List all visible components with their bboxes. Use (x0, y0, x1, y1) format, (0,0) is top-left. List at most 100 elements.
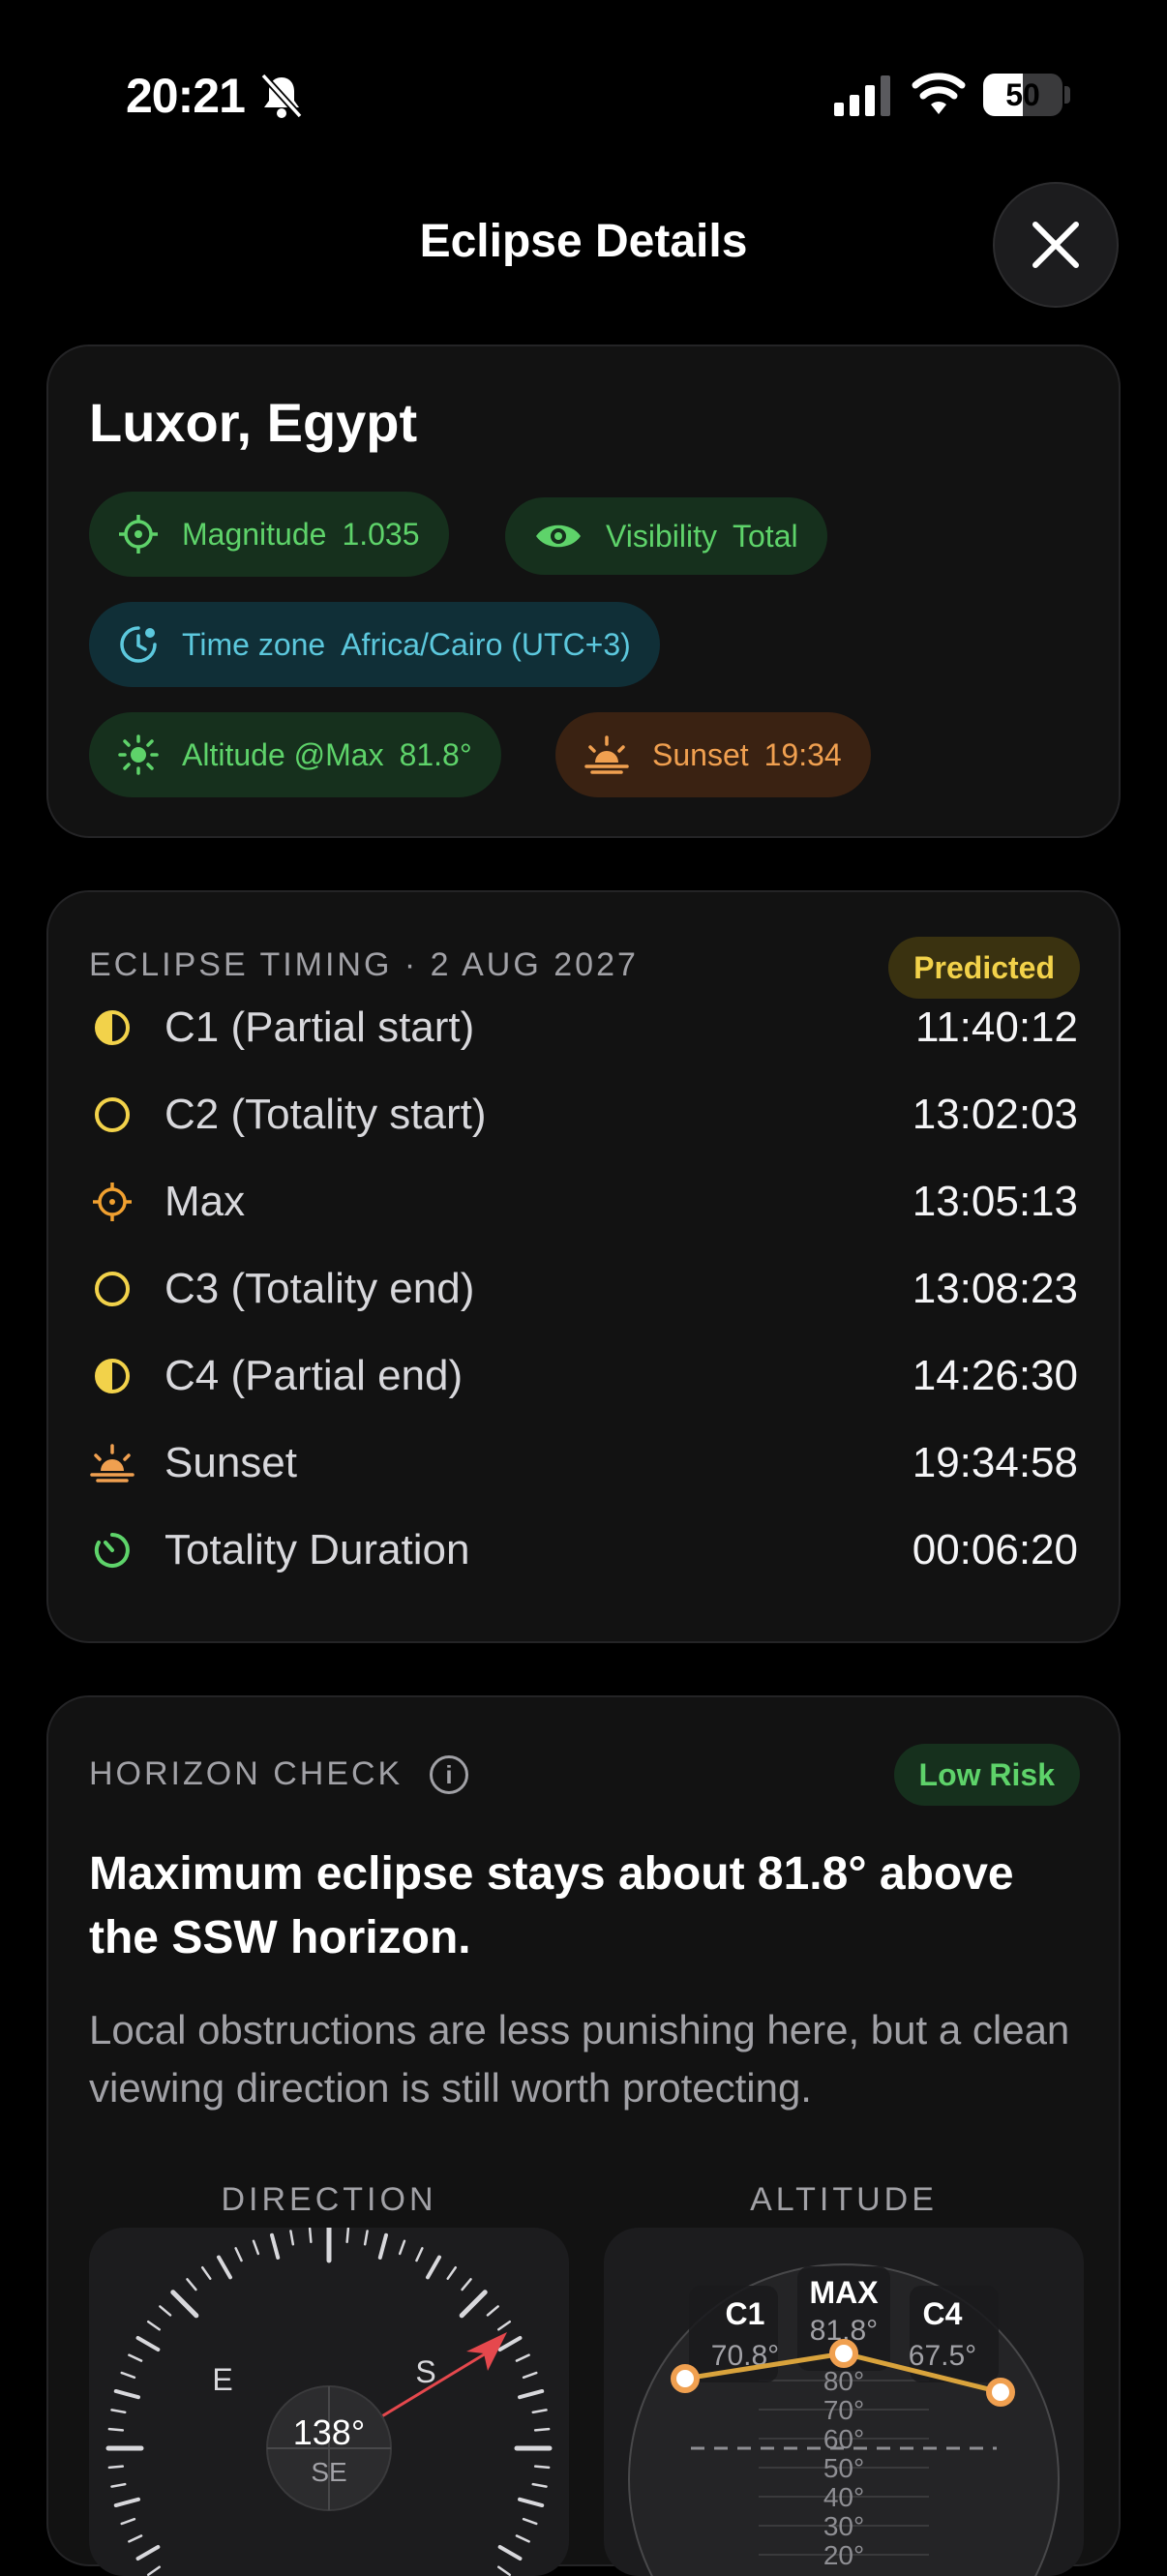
compass-tick (107, 2427, 125, 2432)
compass-tick (377, 2232, 389, 2260)
compass-tick (113, 2388, 140, 2400)
c1-label: C1 (726, 2296, 765, 2331)
crosshair-icon (93, 1183, 132, 1221)
altitude-title: ALTITUDE (750, 2181, 938, 2218)
horizon-headline: Maximum eclipse stays about 81.8° above … (89, 1848, 1014, 1963)
c4-value: 67.5° (909, 2340, 976, 2372)
compass-tick (497, 2320, 512, 2331)
magnitude-chip: Magnitude 1.035 (89, 492, 449, 577)
sunset-icon (90, 1444, 135, 1483)
compass-tick (531, 2482, 548, 2488)
bearing-value: 138° (293, 2412, 365, 2452)
compass-tick (363, 2230, 369, 2246)
altitude-scale-label: 70° (823, 2395, 864, 2425)
eclipse-timing-card: ECLIPSE TIMING · 2 AUG 2027 Predicted C1… (46, 890, 1121, 1643)
timing-row-c4: C4 (Partial end) 14:26:30 (89, 1337, 1078, 1415)
compass-tick (497, 2565, 512, 2576)
compass-tick (110, 2482, 127, 2488)
location-card: Luxor, Egypt Magnitude 1.035 Visibility … (46, 344, 1121, 838)
compass-tick (398, 2239, 406, 2256)
ring-icon (95, 1097, 130, 1132)
compass-tick (533, 2427, 551, 2432)
altitude-scale-label: 40° (823, 2482, 864, 2512)
compass-tick (533, 2465, 551, 2470)
compass-tick (146, 2565, 161, 2576)
wifi-icon (912, 73, 966, 114)
risk-badge: Low Risk (893, 1744, 1080, 1806)
timing-row-duration: Totality Duration 00:06:20 (89, 1512, 1078, 1589)
compass-tick (200, 2265, 212, 2280)
timer-icon (94, 1533, 130, 1568)
compass-tick (531, 2409, 548, 2414)
compass-tick (518, 2497, 545, 2508)
compass-tick (426, 2255, 441, 2280)
altitude-scale-label: 30° (823, 2511, 864, 2541)
c4-point (986, 2378, 1015, 2407)
bearing-direction: SE (311, 2457, 346, 2487)
compass-tick (217, 2255, 232, 2280)
bell-muted-icon (260, 73, 303, 119)
timing-row-c2: C2 (Totality start) 13:02:03 (89, 1076, 1078, 1153)
compass-tick (459, 2290, 488, 2319)
compass-tick (113, 2497, 140, 2508)
compass-tick (308, 2228, 313, 2244)
compass-tick (159, 2305, 172, 2317)
compass-tick (497, 2545, 523, 2561)
compass-tick (522, 2371, 538, 2380)
timing-section-title: ECLIPSE TIMING · 2 AUG 2027 (89, 946, 639, 983)
c1-point (671, 2364, 700, 2393)
direction-compass: E S 138° SE (89, 2228, 569, 2576)
compass-tick (515, 2353, 530, 2362)
sun-icon (118, 734, 159, 775)
close-button[interactable] (993, 182, 1119, 308)
visibility-chip: Visibility Total (505, 497, 827, 575)
compass-tick (515, 2534, 530, 2543)
compass-tick (461, 2278, 472, 2291)
half-circle-icon (95, 1010, 130, 1045)
compass-tick (415, 2247, 424, 2262)
timing-row-sunset: Sunset 19:34:58 (89, 1424, 1078, 1502)
info-icon[interactable]: i (430, 1755, 468, 1794)
cellular-signal-icon (834, 75, 890, 116)
compass-tick (345, 2228, 350, 2244)
compass-tick (522, 2517, 538, 2526)
max-label: MAX (809, 2275, 879, 2310)
compass-tick (234, 2247, 243, 2262)
compass-tick (186, 2278, 197, 2291)
altitude-chip: Altitude @Max 81.8° (89, 712, 501, 797)
compass-tick (128, 2534, 143, 2543)
compass-tick (128, 2353, 143, 2362)
compass-label-e: E (212, 2362, 232, 2397)
horizon-check-card: HORIZON CHECK i Low Risk Maximum eclipse… (46, 1695, 1121, 2576)
ring-icon (95, 1272, 130, 1306)
c4-label: C4 (923, 2296, 963, 2331)
timing-row-c1: C1 (Partial start) 11:40:12 (89, 989, 1078, 1066)
compass-tick (135, 2336, 161, 2351)
timing-row-max: Max 13:05:13 (89, 1163, 1078, 1241)
status-time: 20:21 (126, 69, 246, 123)
compass-tick (107, 2465, 125, 2470)
horizon-body: Local obstructions are less punishing he… (89, 2007, 1070, 2111)
compass-tick (120, 2371, 136, 2380)
half-circle-icon (95, 1359, 130, 1393)
sunset-icon (584, 735, 629, 774)
max-point (829, 2339, 858, 2368)
compass-tick (486, 2305, 499, 2317)
eye-icon (536, 524, 581, 548)
sunset-chip: Sunset 19:34 (555, 712, 871, 797)
close-icon (1032, 222, 1079, 268)
compass-tick (269, 2232, 281, 2260)
clock-icon (120, 626, 157, 663)
altitude-gauge: 80° 70° 60° 50° 40° 30° 20° C1 70.8° MAX 81.8°… (604, 2228, 1084, 2576)
status-bar: 20:21 50 (0, 0, 1167, 184)
crosshair-icon (119, 515, 158, 554)
horizon-section-title: HORIZON CHECK (89, 1755, 404, 1792)
location-name: Luxor, Egypt (89, 392, 418, 453)
timezone-chip: Time zone Africa/Cairo (UTC+3) (89, 602, 660, 687)
compass-tick (110, 2409, 127, 2414)
compass-tick (170, 2290, 199, 2319)
compass-tick (146, 2320, 161, 2331)
compass-tick (289, 2230, 295, 2246)
battery-indicator: 50 (983, 74, 1062, 116)
direction-title: DIRECTION (221, 2181, 437, 2218)
